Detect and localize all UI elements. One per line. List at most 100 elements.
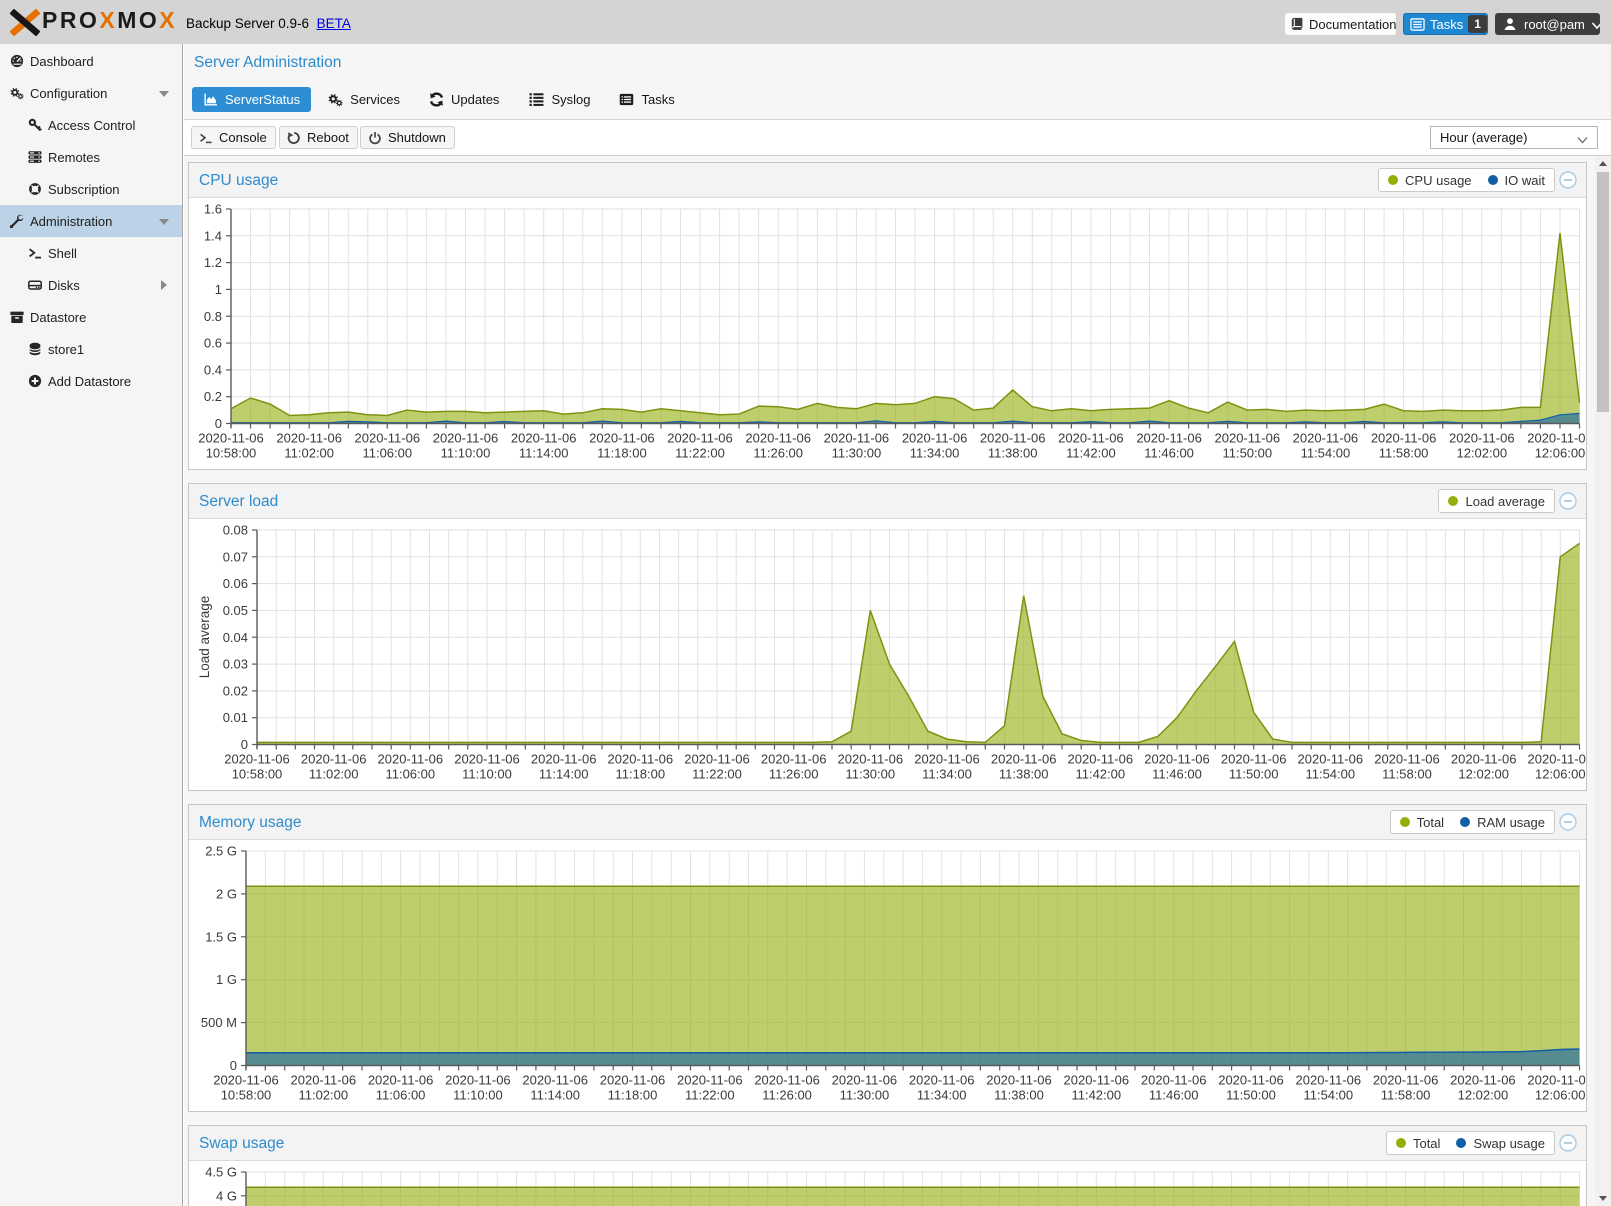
svg-text:2020-11-06: 2020-11-06 <box>761 752 827 767</box>
svg-text:11:30:00: 11:30:00 <box>840 1088 890 1103</box>
svg-text:0.06: 0.06 <box>223 576 248 591</box>
svg-text:2020-11-06: 2020-11-06 <box>355 431 421 446</box>
svg-text:11:14:00: 11:14:00 <box>530 1088 580 1103</box>
svg-text:11:14:00: 11:14:00 <box>519 446 569 461</box>
svg-text:0: 0 <box>241 737 248 752</box>
svg-text:11:30:00: 11:30:00 <box>832 446 882 461</box>
svg-text:2020-11-06: 2020-11-06 <box>522 1073 588 1088</box>
svg-text:2020-11-06: 2020-11-06 <box>531 752 597 767</box>
svg-text:0: 0 <box>230 1058 237 1073</box>
svg-text:1.5 G: 1.5 G <box>205 929 237 944</box>
svg-text:11:18:00: 11:18:00 <box>608 1088 658 1103</box>
svg-text:11:38:00: 11:38:00 <box>994 1088 1044 1103</box>
svg-text:10:58:00: 10:58:00 <box>221 1088 272 1103</box>
svg-text:2020-11-06: 2020-11-06 <box>667 431 733 446</box>
svg-text:11:58:00: 11:58:00 <box>1381 1088 1431 1103</box>
svg-text:11:02:00: 11:02:00 <box>284 446 334 461</box>
svg-text:2020-11-06: 2020-11-06 <box>276 431 342 446</box>
svg-text:2020-11-06: 2020-11-06 <box>445 1073 511 1088</box>
svg-text:12:02:00: 12:02:00 <box>1456 446 1507 461</box>
svg-text:11:50:00: 11:50:00 <box>1222 446 1272 461</box>
svg-text:2020-11-06: 2020-11-06 <box>433 431 499 446</box>
svg-text:11:22:00: 11:22:00 <box>692 767 742 782</box>
svg-text:0.4: 0.4 <box>204 362 222 377</box>
svg-text:2020-11-06: 2020-11-06 <box>1296 1073 1362 1088</box>
svg-text:2.5 G: 2.5 G <box>205 844 237 859</box>
svg-text:11:06:00: 11:06:00 <box>385 767 435 782</box>
svg-text:10:58:00: 10:58:00 <box>232 767 283 782</box>
svg-text:11:02:00: 11:02:00 <box>309 767 359 782</box>
svg-text:11:38:00: 11:38:00 <box>999 767 1049 782</box>
svg-text:0.2: 0.2 <box>204 389 222 404</box>
svg-text:500 M: 500 M <box>201 1015 237 1030</box>
svg-text:11:46:00: 11:46:00 <box>1152 767 1202 782</box>
svg-text:11:18:00: 11:18:00 <box>615 767 665 782</box>
svg-text:2020-11-06: 2020-11-06 <box>511 431 577 446</box>
svg-text:0.01: 0.01 <box>223 710 248 725</box>
svg-text:11:58:00: 11:58:00 <box>1379 446 1429 461</box>
svg-text:2020-11-06: 2020-11-06 <box>1215 431 1281 446</box>
svg-text:2020-11-06: 2020-11-06 <box>1058 431 1124 446</box>
svg-text:2020-11-06: 2020-11-06 <box>1141 1073 1207 1088</box>
svg-text:2020-11-06: 2020-11-06 <box>1450 1073 1516 1088</box>
svg-text:11:06:00: 11:06:00 <box>376 1088 426 1103</box>
svg-text:11:50:00: 11:50:00 <box>1226 1088 1276 1103</box>
svg-text:2020-11-06: 2020-11-06 <box>454 752 520 767</box>
svg-text:11:02:00: 11:02:00 <box>298 1088 348 1103</box>
svg-text:2020-11-06: 2020-11-06 <box>301 752 367 767</box>
svg-text:11:42:00: 11:42:00 <box>1071 1088 1121 1103</box>
svg-text:2020-11-06: 2020-11-06 <box>745 431 811 446</box>
svg-text:11:34:00: 11:34:00 <box>910 446 960 461</box>
svg-text:11:42:00: 11:42:00 <box>1075 767 1125 782</box>
svg-text:11:10:00: 11:10:00 <box>453 1088 503 1103</box>
svg-text:12:02:00: 12:02:00 <box>1458 767 1509 782</box>
svg-text:11:46:00: 11:46:00 <box>1144 446 1194 461</box>
svg-text:2020-11-06: 2020-11-06 <box>1374 752 1440 767</box>
svg-text:2020-11-06: 2020-11-06 <box>838 752 904 767</box>
svg-text:11:10:00: 11:10:00 <box>441 446 491 461</box>
svg-text:Load average: Load average <box>197 596 212 679</box>
svg-text:1.6: 1.6 <box>204 202 222 217</box>
svg-text:12:06:00: 12:06:00 <box>1535 1088 1586 1103</box>
svg-text:11:58:00: 11:58:00 <box>1382 767 1432 782</box>
svg-text:11:18:00: 11:18:00 <box>597 446 647 461</box>
svg-text:11:30:00: 11:30:00 <box>845 767 895 782</box>
svg-text:1: 1 <box>215 282 222 297</box>
svg-text:11:54:00: 11:54:00 <box>1303 1088 1353 1103</box>
svg-text:0.04: 0.04 <box>223 630 248 645</box>
svg-text:2020-11-06: 2020-11-06 <box>589 431 655 446</box>
svg-text:2020-11-06: 2020-11-06 <box>291 1073 357 1088</box>
svg-text:0.02: 0.02 <box>223 683 248 698</box>
svg-text:2020-11-06: 2020-11-06 <box>608 752 674 767</box>
svg-text:11:34:00: 11:34:00 <box>922 767 972 782</box>
svg-text:12:06:00: 12:06:00 <box>1535 446 1586 461</box>
svg-text:12:02:00: 12:02:00 <box>1458 1088 1509 1103</box>
svg-text:11:54:00: 11:54:00 <box>1305 767 1355 782</box>
svg-text:2020-11-06: 2020-11-06 <box>1451 752 1517 767</box>
svg-text:0.05: 0.05 <box>223 603 248 618</box>
svg-text:2020-11-06: 2020-11-06 <box>1449 431 1515 446</box>
svg-text:2020-11-06: 2020-11-06 <box>980 431 1046 446</box>
svg-text:2020-11-06: 2020-11-06 <box>600 1073 666 1088</box>
svg-text:2020-11-06: 2020-11-06 <box>824 431 890 446</box>
svg-text:0.08: 0.08 <box>223 523 248 538</box>
svg-text:2020-11-06: 2020-11-06 <box>1136 431 1202 446</box>
svg-text:2020-11-06: 2020-11-06 <box>832 1073 898 1088</box>
svg-text:2020-11-06: 2020-11-06 <box>1293 431 1359 446</box>
svg-text:2020-11-06: 2020-11-06 <box>213 1073 279 1088</box>
svg-text:11:14:00: 11:14:00 <box>539 767 589 782</box>
svg-text:10:58:00: 10:58:00 <box>206 446 257 461</box>
svg-text:11:26:00: 11:26:00 <box>753 446 803 461</box>
svg-text:1.4: 1.4 <box>204 228 222 243</box>
svg-text:11:34:00: 11:34:00 <box>917 1088 967 1103</box>
svg-text:2020-11-06: 2020-11-06 <box>1221 752 1287 767</box>
svg-text:2020-11-06: 2020-11-06 <box>1144 752 1210 767</box>
svg-text:2020-11-06: 2020-11-06 <box>1527 1073 1586 1088</box>
svg-text:2020-11-06: 2020-11-06 <box>1064 1073 1130 1088</box>
svg-text:2 G: 2 G <box>216 886 237 901</box>
svg-text:2020-11-06: 2020-11-06 <box>754 1073 820 1088</box>
svg-text:0.03: 0.03 <box>223 657 248 672</box>
svg-text:2020-11-06: 2020-11-06 <box>1371 431 1437 446</box>
svg-text:2020-11-06: 2020-11-06 <box>677 1073 743 1088</box>
svg-text:0.07: 0.07 <box>223 549 248 564</box>
